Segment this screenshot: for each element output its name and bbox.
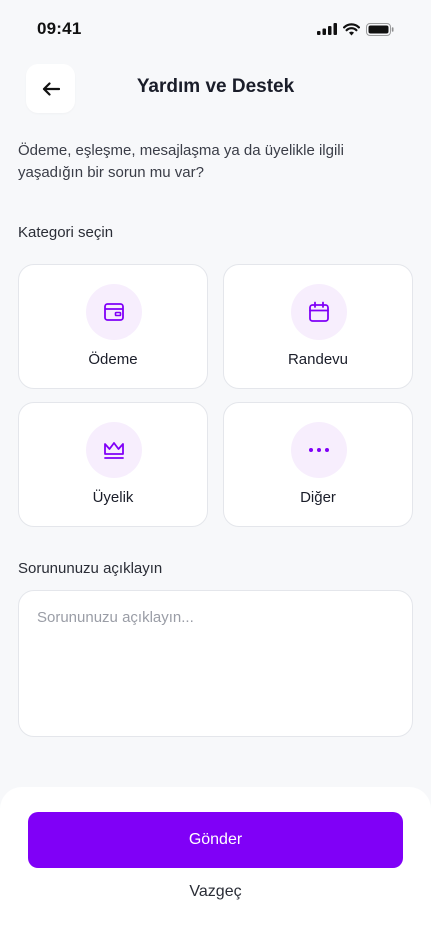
description-textarea[interactable] xyxy=(18,590,413,737)
wallet-icon xyxy=(104,303,124,321)
calendar-icon xyxy=(309,301,329,322)
status-icons xyxy=(317,21,394,37)
crown-icon xyxy=(104,442,124,459)
category-label: Ödeme xyxy=(88,351,138,368)
category-card-other[interactable]: Diğer xyxy=(223,402,413,527)
description-section-label: Sorununuzu açıklayın xyxy=(18,560,163,577)
category-icon-badge xyxy=(291,284,347,340)
submit-button[interactable]: Gönder xyxy=(28,812,403,868)
status-bar: 09:41 xyxy=(0,0,431,60)
category-label: Diğer xyxy=(300,489,336,506)
category-card-appointment[interactable]: Randevu xyxy=(223,264,413,389)
header: Yardım ve Destek xyxy=(0,62,431,114)
category-card-membership[interactable]: Üyelik xyxy=(18,402,208,527)
category-label: Üyelik xyxy=(92,489,134,506)
battery-icon xyxy=(366,22,394,36)
category-icon-badge xyxy=(86,284,142,340)
category-section-label: Kategori seçin xyxy=(18,224,114,241)
bottom-action-sheet: Gönder Vazgeç xyxy=(0,787,431,931)
category-card-payment[interactable]: Ödeme xyxy=(18,264,208,389)
intro-text: Ödeme, eşleşme, mesajlaşma ya da üyelikl… xyxy=(18,142,344,181)
category-label: Randevu xyxy=(287,351,349,368)
status-time: 09:41 xyxy=(37,19,82,38)
page-title: Yardım ve Destek xyxy=(136,76,295,97)
category-icon-badge xyxy=(86,422,142,478)
category-icon-badge xyxy=(291,422,347,478)
cellular-signal-icon xyxy=(317,23,337,35)
cancel-button[interactable]: Vazgeç xyxy=(0,883,431,901)
more-dots-icon xyxy=(309,448,329,452)
wifi-icon xyxy=(343,22,360,35)
